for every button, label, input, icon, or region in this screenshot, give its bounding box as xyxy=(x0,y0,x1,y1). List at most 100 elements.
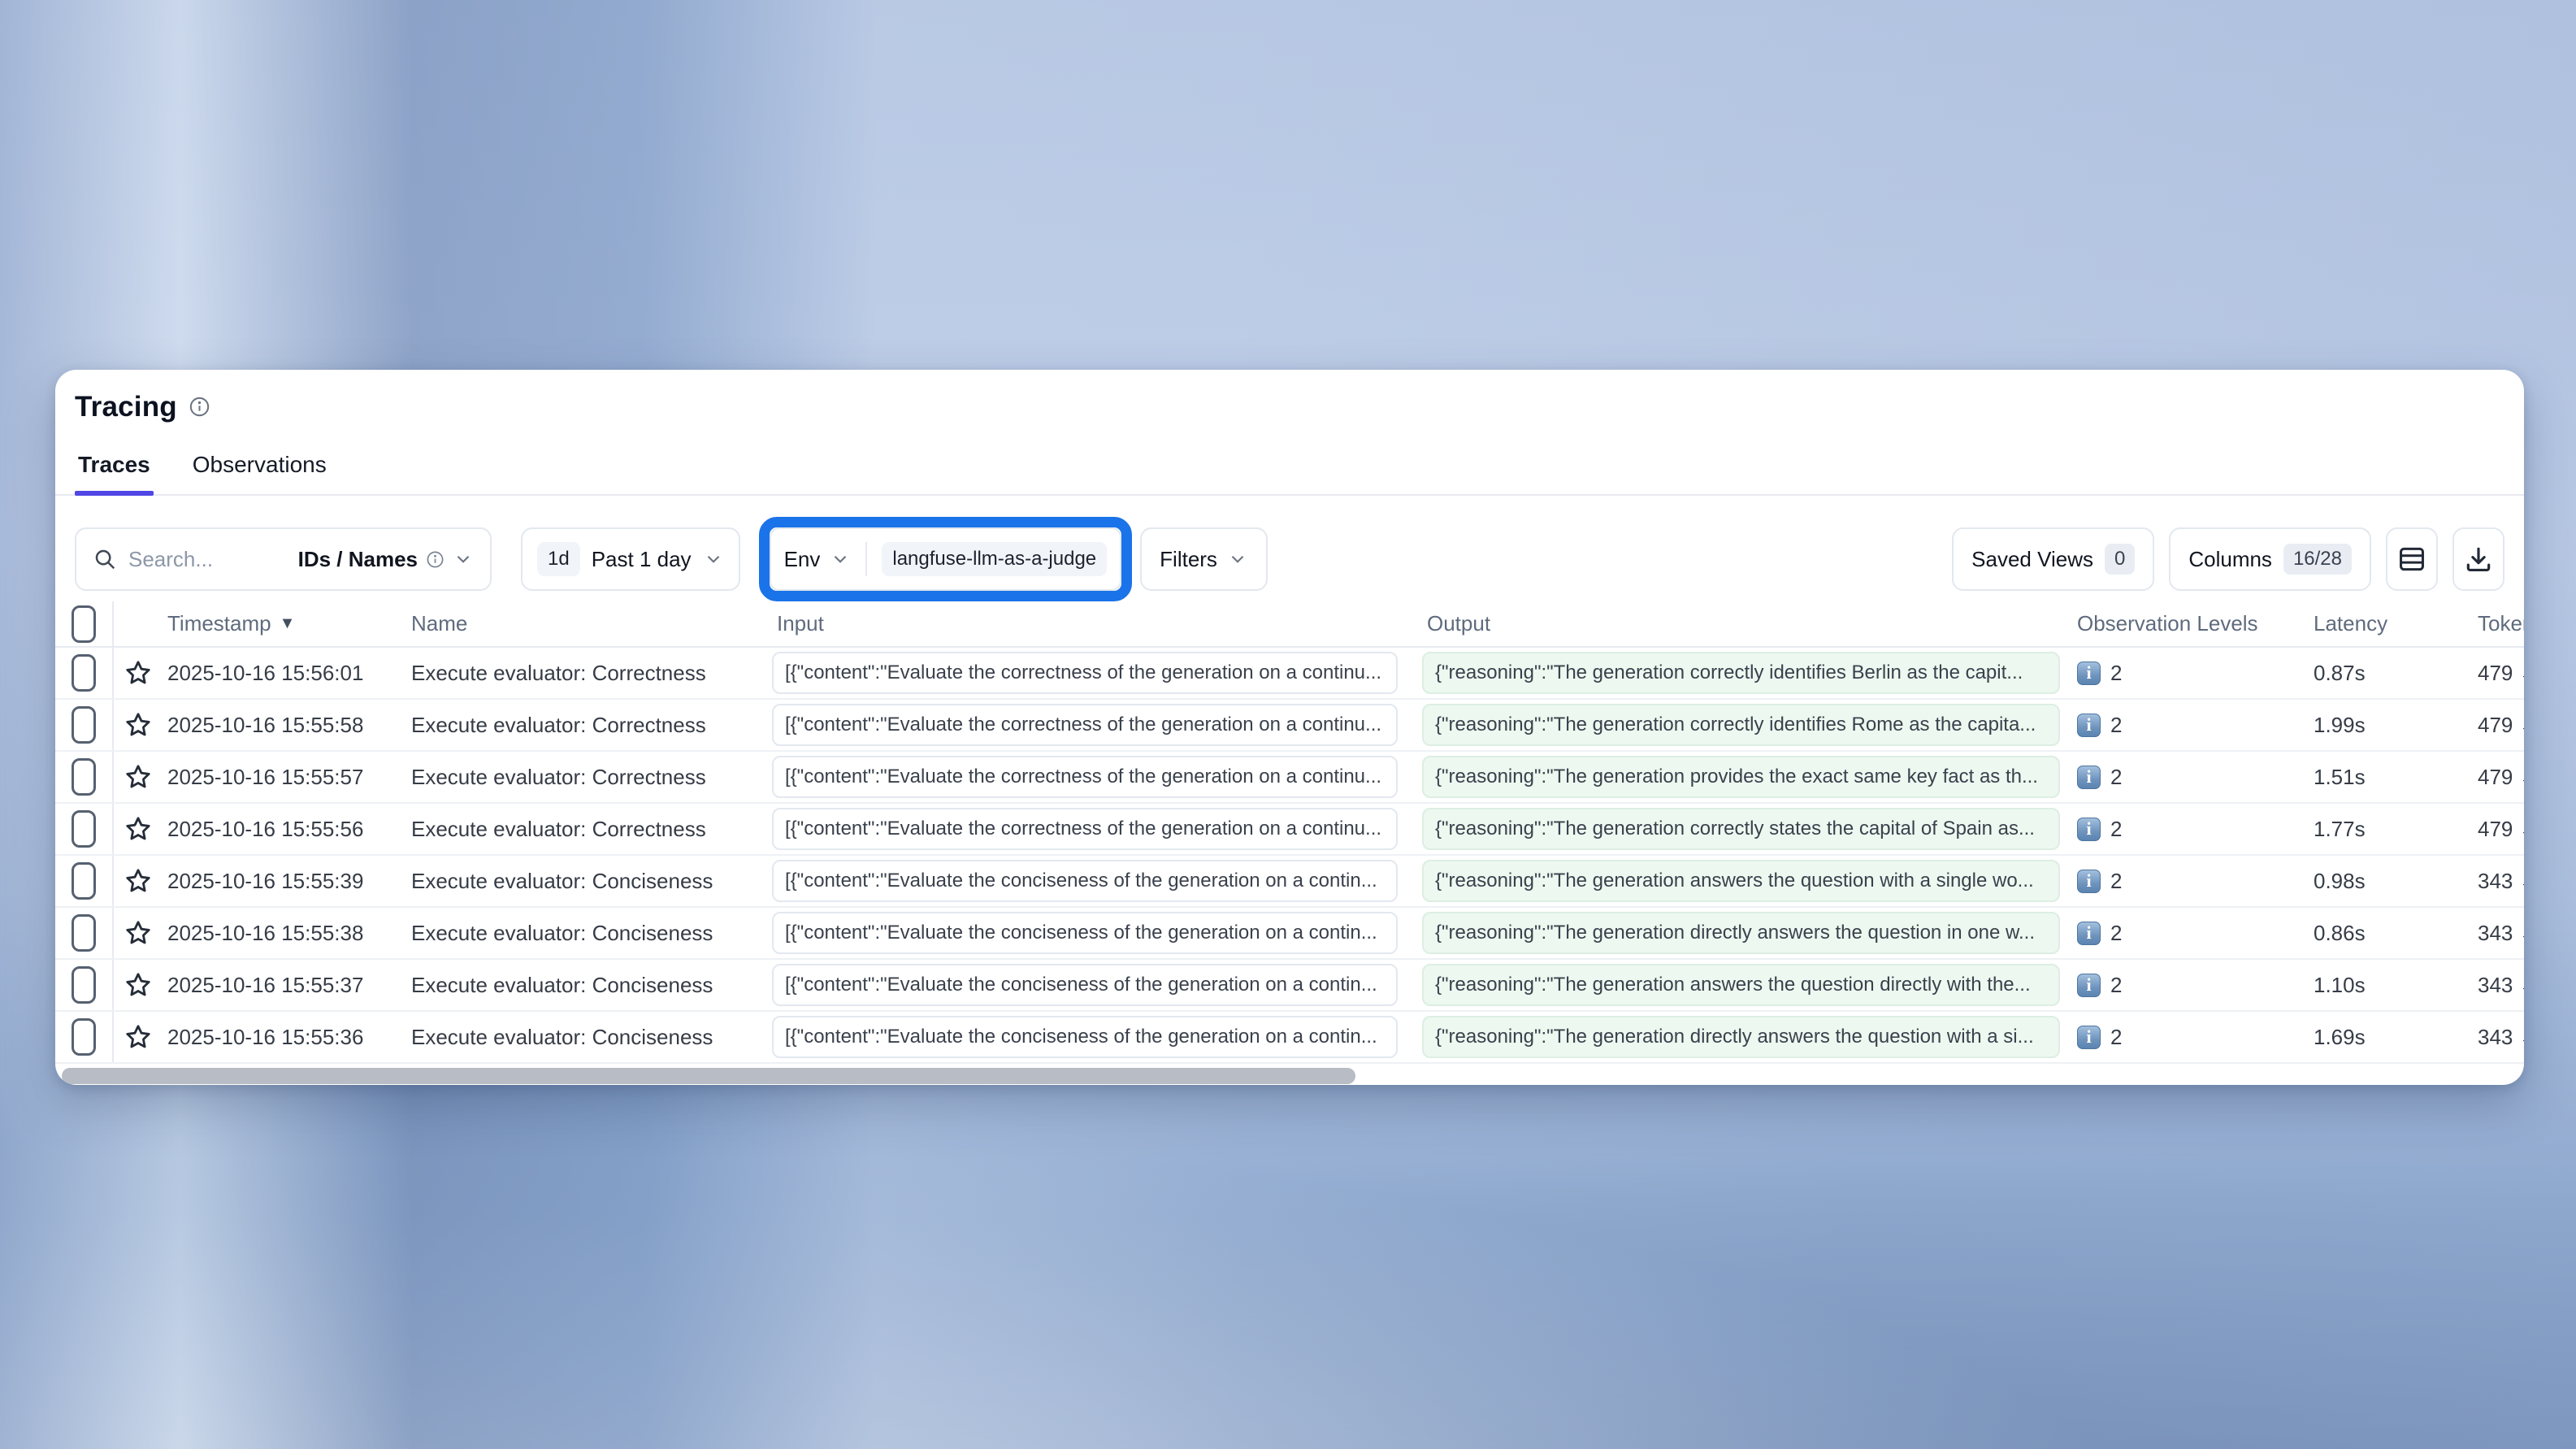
page-title: Tracing xyxy=(75,391,177,423)
output-cell: {"reasoning":"The generation provides th… xyxy=(1422,756,2068,798)
filters-label: Filters xyxy=(1160,547,1217,572)
input-cell: [{"content":"Evaluate the conciseness of… xyxy=(772,964,1422,1006)
output-cell: {"reasoning":"The generation directly an… xyxy=(1422,1016,2068,1058)
input-preview[interactable]: [{"content":"Evaluate the conciseness of… xyxy=(772,860,1398,902)
row-checkbox[interactable] xyxy=(72,758,96,796)
toolbar-left: Search... IDs / Names 1d Past 1 day xyxy=(75,517,1268,601)
tokens-arrow: → xyxy=(2519,1025,2524,1049)
table-row[interactable]: 2025-10-16 15:55:57 Execute evaluator: C… xyxy=(55,752,2524,804)
tab-observations-label: Observations xyxy=(193,452,327,477)
output-preview[interactable]: {"reasoning":"The generation correctly i… xyxy=(1422,704,2060,746)
input-cell: [{"content":"Evaluate the correctness of… xyxy=(772,652,1422,694)
scrollbar-thumb[interactable] xyxy=(62,1068,1355,1084)
row-select-cell xyxy=(55,700,114,750)
info-level-icon: i xyxy=(2077,1026,2101,1049)
horizontal-scrollbar xyxy=(55,1065,2524,1085)
row-checkbox[interactable] xyxy=(72,1018,96,1056)
export-button[interactable] xyxy=(2452,527,2504,591)
input-preview[interactable]: [{"content":"Evaluate the conciseness of… xyxy=(772,1016,1398,1058)
tokens-arrow: → xyxy=(2519,921,2524,945)
output-cell: {"reasoning":"The generation correctly i… xyxy=(1422,704,2068,746)
observation-levels-cell: i 2 xyxy=(2068,973,2271,998)
row-height-button[interactable] xyxy=(2386,527,2438,591)
row-checkbox[interactable] xyxy=(72,810,96,848)
star-icon[interactable] xyxy=(124,866,153,896)
tokens-cell: 343 → xyxy=(2401,973,2523,998)
observation-count: 2 xyxy=(2110,1025,2122,1050)
column-header-output[interactable]: Output xyxy=(1422,611,2068,636)
row-bookmark-cell xyxy=(114,970,163,1000)
tab-traces[interactable]: Traces xyxy=(75,444,154,494)
search-scope-selector[interactable]: IDs / Names xyxy=(298,547,474,572)
column-header-name[interactable]: Name xyxy=(406,611,772,636)
env-filter-button[interactable]: Env langfuse-llm-as-a-judge xyxy=(770,527,1122,591)
star-icon[interactable] xyxy=(124,814,153,844)
row-checkbox[interactable] xyxy=(72,706,96,744)
table-toolbar: Search... IDs / Names 1d Past 1 day xyxy=(55,517,2524,601)
tab-bar: Traces Observations xyxy=(55,444,2524,496)
observation-count: 2 xyxy=(2110,817,2122,842)
time-range-button[interactable]: 1d Past 1 day xyxy=(521,527,740,591)
columns-button[interactable]: Columns 16/28 xyxy=(2169,527,2371,591)
info-level-icon: i xyxy=(2077,922,2101,945)
output-cell: {"reasoning":"The generation correctly s… xyxy=(1422,808,2068,850)
output-preview[interactable]: {"reasoning":"The generation correctly i… xyxy=(1422,652,2060,694)
column-header-timestamp[interactable]: Timestamp ▼ xyxy=(163,611,406,636)
latency-cell: 0.98s xyxy=(2271,869,2401,894)
timestamp-cell: 2025-10-16 15:55:38 xyxy=(163,921,406,946)
info-icon[interactable] xyxy=(189,396,210,418)
observation-count: 2 xyxy=(2110,765,2122,790)
row-checkbox[interactable] xyxy=(72,966,96,1004)
table-row[interactable]: 2025-10-16 15:55:58 Execute evaluator: C… xyxy=(55,700,2524,752)
row-checkbox[interactable] xyxy=(72,862,96,900)
input-preview[interactable]: [{"content":"Evaluate the correctness of… xyxy=(772,808,1398,850)
time-range-label: Past 1 day xyxy=(592,547,692,572)
select-all-checkbox[interactable] xyxy=(72,605,96,643)
observation-levels-cell: i 2 xyxy=(2068,765,2271,790)
output-preview[interactable]: {"reasoning":"The generation answers the… xyxy=(1422,964,2060,1006)
saved-views-button[interactable]: Saved Views 0 xyxy=(1952,527,2154,591)
filters-button[interactable]: Filters xyxy=(1140,527,1268,591)
star-icon[interactable] xyxy=(124,710,153,740)
table-row[interactable]: 2025-10-16 15:55:37 Execute evaluator: C… xyxy=(55,960,2524,1012)
input-cell: [{"content":"Evaluate the conciseness of… xyxy=(772,1016,1422,1058)
column-header-tokens[interactable]: Tokens xyxy=(2401,611,2523,636)
search-icon xyxy=(93,547,117,571)
chevron-down-icon xyxy=(703,549,724,570)
row-select-cell xyxy=(55,804,114,854)
table-row[interactable]: 2025-10-16 15:56:01 Execute evaluator: C… xyxy=(55,648,2524,700)
tracing-panel: Tracing Traces Observations Search... ID… xyxy=(55,370,2524,1085)
search-input[interactable]: Search... IDs / Names xyxy=(75,527,492,591)
input-preview[interactable]: [{"content":"Evaluate the correctness of… xyxy=(772,704,1398,746)
latency-cell: 0.86s xyxy=(2271,921,2401,946)
column-header-latency[interactable]: Latency xyxy=(2271,611,2401,636)
star-icon[interactable] xyxy=(124,762,153,792)
output-preview[interactable]: {"reasoning":"The generation directly an… xyxy=(1422,912,2060,954)
input-preview[interactable]: [{"content":"Evaluate the conciseness of… xyxy=(772,964,1398,1006)
tab-observations[interactable]: Observations xyxy=(189,444,330,494)
star-icon[interactable] xyxy=(124,658,153,688)
star-icon[interactable] xyxy=(124,918,153,948)
timestamp-cell: 2025-10-16 15:55:56 xyxy=(163,817,406,842)
column-header-observation-levels[interactable]: Observation Levels xyxy=(2068,611,2271,636)
tokens-arrow: → xyxy=(2519,661,2524,685)
table-row[interactable]: 2025-10-16 15:55:38 Execute evaluator: C… xyxy=(55,908,2524,960)
row-checkbox[interactable] xyxy=(72,914,96,952)
output-preview[interactable]: {"reasoning":"The generation correctly s… xyxy=(1422,808,2060,850)
table-row[interactable]: 2025-10-16 15:55:36 Execute evaluator: C… xyxy=(55,1012,2524,1064)
table-row[interactable]: 2025-10-16 15:55:39 Execute evaluator: C… xyxy=(55,856,2524,908)
output-preview[interactable]: {"reasoning":"The generation provides th… xyxy=(1422,756,2060,798)
trace-name-cell: Execute evaluator: Correctness xyxy=(406,817,772,842)
output-preview[interactable]: {"reasoning":"The generation directly an… xyxy=(1422,1016,2060,1058)
column-header-input[interactable]: Input xyxy=(772,611,1422,636)
star-icon[interactable] xyxy=(124,1022,153,1052)
input-preview[interactable]: [{"content":"Evaluate the conciseness of… xyxy=(772,912,1398,954)
chevron-down-icon xyxy=(830,549,851,570)
table-row[interactable]: 2025-10-16 15:55:56 Execute evaluator: C… xyxy=(55,804,2524,856)
input-preview[interactable]: [{"content":"Evaluate the correctness of… xyxy=(772,652,1398,694)
output-preview[interactable]: {"reasoning":"The generation answers the… xyxy=(1422,860,2060,902)
star-icon[interactable] xyxy=(124,970,153,1000)
input-preview[interactable]: [{"content":"Evaluate the correctness of… xyxy=(772,756,1398,798)
trace-name-cell: Execute evaluator: Correctness xyxy=(406,765,772,790)
row-checkbox[interactable] xyxy=(72,654,96,692)
